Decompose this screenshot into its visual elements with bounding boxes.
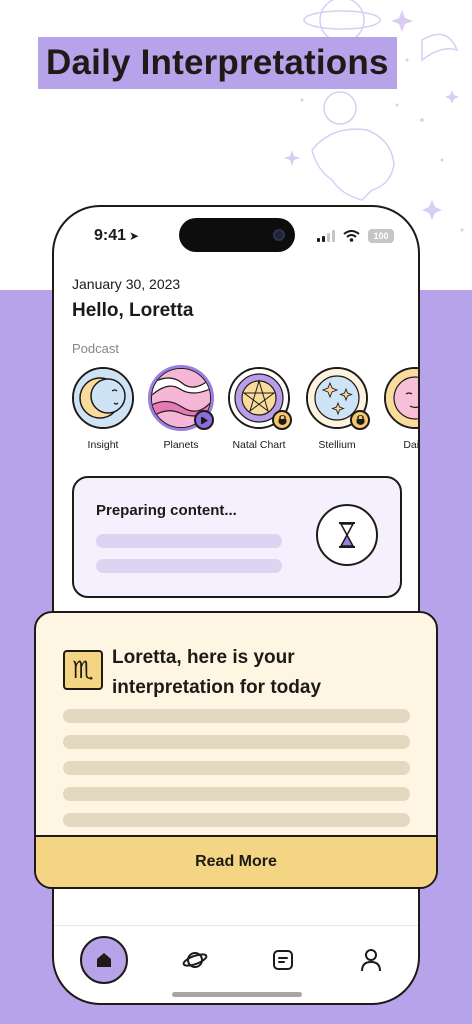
story-label: Insight	[87, 439, 119, 451]
story-insight[interactable]: Insight	[70, 367, 136, 451]
tab-planets[interactable]	[171, 936, 219, 984]
lock-icon	[272, 410, 292, 430]
story-label: Stellium	[318, 439, 356, 451]
interpretation-card: ♏ Loretta, here is your interpretation f…	[34, 611, 438, 889]
natal-chart-icon	[228, 367, 292, 430]
battery-icon: 100	[368, 229, 394, 243]
podcast-stories: Insight Planets Natal Chart Stellium Dai	[70, 365, 420, 457]
current-date: January 30, 2023	[72, 276, 181, 292]
text-placeholder-bar	[63, 709, 410, 723]
story-label: Planets	[163, 439, 199, 451]
sun-face-icon	[384, 367, 418, 429]
planet-swirl-icon	[148, 365, 214, 431]
story-label: Natal Chart	[232, 439, 286, 451]
home-icon	[97, 953, 111, 967]
dynamic-island	[179, 218, 295, 252]
preparing-title: Preparing content...	[96, 502, 237, 519]
page-headline: Daily Interpretations	[38, 37, 397, 89]
wifi-icon	[343, 230, 360, 242]
read-more-button[interactable]: Read More	[36, 835, 436, 887]
cellular-signal-icon	[317, 230, 335, 242]
tab-home[interactable]	[80, 936, 128, 984]
text-placeholder-bar	[63, 735, 410, 749]
stellium-stars-icon	[306, 367, 370, 430]
profile-icon	[361, 949, 381, 972]
loading-placeholder-bar	[96, 559, 282, 573]
scorpio-sign-icon: ♏	[63, 650, 103, 690]
location-arrow-icon: ➤	[129, 229, 140, 243]
status-time-text: 9:41	[94, 227, 127, 244]
story-label: Daily	[403, 439, 420, 451]
planet-icon	[182, 952, 208, 968]
story-natal-chart[interactable]: Natal Chart	[226, 367, 292, 451]
text-placeholder-bar	[63, 761, 410, 775]
story-daily[interactable]: Daily	[382, 367, 420, 451]
loading-placeholder-bar	[96, 534, 282, 548]
story-planets[interactable]: Planets	[148, 365, 214, 451]
note-icon	[273, 950, 293, 970]
status-indicators: 100	[317, 229, 394, 243]
greeting: Hello, Loretta	[72, 300, 194, 321]
podcast-section-label: Podcast	[72, 341, 119, 356]
moon-face-icon	[72, 367, 134, 429]
interpretation-title: Loretta, here is your interpretation for…	[112, 647, 322, 698]
tab-notes[interactable]	[259, 936, 307, 984]
preparing-content-card: Preparing content...	[72, 476, 402, 598]
camera-icon	[273, 229, 285, 241]
lock-icon	[350, 410, 370, 430]
status-time: 9:41 ➤	[94, 227, 139, 245]
tab-profile[interactable]	[347, 936, 395, 984]
play-icon	[194, 410, 214, 430]
home-indicator	[172, 992, 302, 997]
text-placeholder-bar	[63, 813, 410, 827]
hourglass-icon	[316, 504, 378, 566]
text-placeholder-bar	[63, 787, 410, 801]
story-stellium[interactable]: Stellium	[304, 367, 370, 451]
